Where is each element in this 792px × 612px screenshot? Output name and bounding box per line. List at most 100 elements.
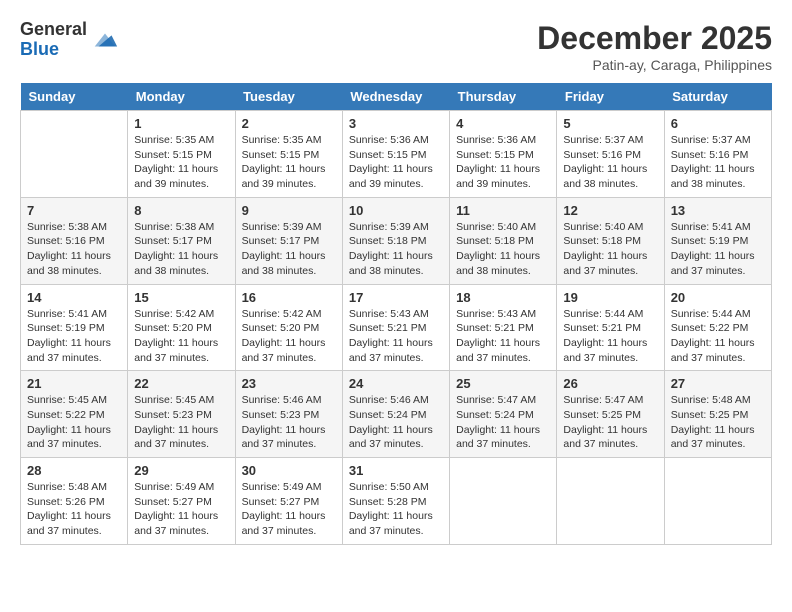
day-number: 25 (456, 376, 550, 391)
day-info: Sunrise: 5:47 AMSunset: 5:25 PMDaylight:… (563, 393, 657, 452)
day-info: Sunrise: 5:42 AMSunset: 5:20 PMDaylight:… (134, 307, 228, 366)
day-number: 31 (349, 463, 443, 478)
day-info: Sunrise: 5:46 AMSunset: 5:24 PMDaylight:… (349, 393, 443, 452)
header-wednesday: Wednesday (342, 83, 449, 111)
day-number: 29 (134, 463, 228, 478)
day-info: Sunrise: 5:43 AMSunset: 5:21 PMDaylight:… (456, 307, 550, 366)
calendar-cell: 31 Sunrise: 5:50 AMSunset: 5:28 PMDayligh… (342, 458, 449, 545)
calendar-week-row: 21 Sunrise: 5:45 AMSunset: 5:22 PMDayligh… (21, 371, 772, 458)
location-text: Patin-ay, Caraga, Philippines (537, 57, 772, 73)
calendar-cell: 5Sunrise: 5:37 AMSunset: 5:16 PMDaylight… (557, 111, 664, 198)
calendar-cell: 9Sunrise: 5:39 AMSunset: 5:17 PMDaylight… (235, 197, 342, 284)
header-monday: Monday (128, 83, 235, 111)
day-number: 17 (349, 290, 443, 305)
calendar-cell (557, 458, 664, 545)
calendar-cell: 4 Sunrise: 5:36 AMSunset: 5:15 PMDaylight… (450, 111, 557, 198)
calendar-cell (664, 458, 771, 545)
day-info: Sunrise: 5:49 AMSunset: 5:27 PMDaylight:… (242, 480, 336, 539)
calendar-cell: 3 Sunrise: 5:36 AMSunset: 5:15 PMDaylight… (342, 111, 449, 198)
month-title: December 2025 (537, 20, 772, 57)
day-info: Sunrise: 5:37 AMSunset: 5:16 PMDaylight:… (563, 133, 657, 192)
day-number: 20 (671, 290, 765, 305)
calendar-cell: 1Sunrise: 5:35 AMSunset: 5:15 PMDaylight… (128, 111, 235, 198)
day-info: Sunrise: 5:35 AMSunset: 5:15 PMDaylight:… (134, 133, 228, 192)
day-number: 2 (242, 116, 336, 131)
day-number: 3 (349, 116, 443, 131)
day-number: 30 (242, 463, 336, 478)
logo-icon (91, 26, 119, 54)
day-info: Sunrise: 5:39 AMSunset: 5:18 PMDaylight:… (349, 220, 443, 279)
calendar-week-row: 28 Sunrise: 5:48 AMSunset: 5:26 PMDayligh… (21, 458, 772, 545)
day-info: Sunrise: 5:50 AMSunset: 5:28 PMDaylight:… (349, 480, 443, 539)
header-tuesday: Tuesday (235, 83, 342, 111)
day-info: Sunrise: 5:45 AMSunset: 5:23 PMDaylight:… (134, 393, 228, 452)
calendar-cell: 29Sunrise: 5:49 AMSunset: 5:27 PMDayligh… (128, 458, 235, 545)
header-saturday: Saturday (664, 83, 771, 111)
day-number: 10 (349, 203, 443, 218)
day-number: 24 (349, 376, 443, 391)
day-number: 18 (456, 290, 550, 305)
day-number: 22 (134, 376, 228, 391)
day-info: Sunrise: 5:41 AMSunset: 5:19 PMDaylight:… (27, 307, 121, 366)
day-number: 15 (134, 290, 228, 305)
day-info: Sunrise: 5:45 AMSunset: 5:22 PMDaylight:… (27, 393, 121, 452)
day-number: 28 (27, 463, 121, 478)
header-thursday: Thursday (450, 83, 557, 111)
calendar-cell: 28 Sunrise: 5:48 AMSunset: 5:26 PMDayligh… (21, 458, 128, 545)
day-info: Sunrise: 5:35 AMSunset: 5:15 PMDaylight:… (242, 133, 336, 192)
day-info: Sunrise: 5:38 AMSunset: 5:17 PMDaylight:… (134, 220, 228, 279)
calendar-cell: 13Sunrise: 5:41 AMSunset: 5:19 PMDayligh… (664, 197, 771, 284)
calendar-cell: 7 Sunrise: 5:38 AMSunset: 5:16 PMDaylight… (21, 197, 128, 284)
calendar-week-row: 14 Sunrise: 5:41 AMSunset: 5:19 PMDayligh… (21, 284, 772, 371)
calendar-cell: 24 Sunrise: 5:46 AMSunset: 5:24 PMDayligh… (342, 371, 449, 458)
day-number: 23 (242, 376, 336, 391)
day-info: Sunrise: 5:48 AMSunset: 5:26 PMDaylight:… (27, 480, 121, 539)
calendar-cell (21, 111, 128, 198)
day-number: 14 (27, 290, 121, 305)
calendar-cell (450, 458, 557, 545)
calendar-cell: 16Sunrise: 5:42 AMSunset: 5:20 PMDayligh… (235, 284, 342, 371)
day-number: 6 (671, 116, 765, 131)
calendar-cell: 25Sunrise: 5:47 AMSunset: 5:24 PMDayligh… (450, 371, 557, 458)
day-number: 21 (27, 376, 121, 391)
day-info: Sunrise: 5:36 AMSunset: 5:15 PMDaylight:… (456, 133, 550, 192)
logo-blue-text: Blue (20, 40, 87, 60)
day-info: Sunrise: 5:38 AMSunset: 5:16 PMDaylight:… (27, 220, 121, 279)
calendar-table: SundayMondayTuesdayWednesdayThursdayFrid… (20, 83, 772, 545)
logo-general-text: General (20, 20, 87, 40)
calendar-cell: 14 Sunrise: 5:41 AMSunset: 5:19 PMDayligh… (21, 284, 128, 371)
calendar-cell: 15 Sunrise: 5:42 AMSunset: 5:20 PMDayligh… (128, 284, 235, 371)
calendar-cell: 6 Sunrise: 5:37 AMSunset: 5:16 PMDaylight… (664, 111, 771, 198)
day-number: 26 (563, 376, 657, 391)
day-info: Sunrise: 5:36 AMSunset: 5:15 PMDaylight:… (349, 133, 443, 192)
day-number: 8 (134, 203, 228, 218)
day-info: Sunrise: 5:48 AMSunset: 5:25 PMDaylight:… (671, 393, 765, 452)
header-friday: Friday (557, 83, 664, 111)
calendar-header-row: SundayMondayTuesdayWednesdayThursdayFrid… (21, 83, 772, 111)
calendar-cell: 26 Sunrise: 5:47 AMSunset: 5:25 PMDayligh… (557, 371, 664, 458)
day-number: 27 (671, 376, 765, 391)
day-number: 16 (242, 290, 336, 305)
calendar-cell: 12 Sunrise: 5:40 AMSunset: 5:18 PMDayligh… (557, 197, 664, 284)
day-info: Sunrise: 5:37 AMSunset: 5:16 PMDaylight:… (671, 133, 765, 192)
calendar-week-row: 7 Sunrise: 5:38 AMSunset: 5:16 PMDaylight… (21, 197, 772, 284)
calendar-cell: 19Sunrise: 5:44 AMSunset: 5:21 PMDayligh… (557, 284, 664, 371)
calendar-cell: 20 Sunrise: 5:44 AMSunset: 5:22 PMDayligh… (664, 284, 771, 371)
calendar-cell: 18 Sunrise: 5:43 AMSunset: 5:21 PMDayligh… (450, 284, 557, 371)
day-number: 9 (242, 203, 336, 218)
day-number: 7 (27, 203, 121, 218)
page-header: General Blue December 2025 Patin-ay, Car… (20, 20, 772, 73)
day-info: Sunrise: 5:40 AMSunset: 5:18 PMDaylight:… (563, 220, 657, 279)
calendar-cell: 27 Sunrise: 5:48 AMSunset: 5:25 PMDayligh… (664, 371, 771, 458)
day-number: 4 (456, 116, 550, 131)
calendar-cell: 23Sunrise: 5:46 AMSunset: 5:23 PMDayligh… (235, 371, 342, 458)
day-number: 13 (671, 203, 765, 218)
header-sunday: Sunday (21, 83, 128, 111)
day-info: Sunrise: 5:44 AMSunset: 5:21 PMDaylight:… (563, 307, 657, 366)
calendar-cell: 8 Sunrise: 5:38 AMSunset: 5:17 PMDaylight… (128, 197, 235, 284)
day-number: 12 (563, 203, 657, 218)
day-info: Sunrise: 5:44 AMSunset: 5:22 PMDaylight:… (671, 307, 765, 366)
calendar-cell: 10 Sunrise: 5:39 AMSunset: 5:18 PMDayligh… (342, 197, 449, 284)
logo: General Blue (20, 20, 119, 60)
calendar-cell: 11Sunrise: 5:40 AMSunset: 5:18 PMDayligh… (450, 197, 557, 284)
